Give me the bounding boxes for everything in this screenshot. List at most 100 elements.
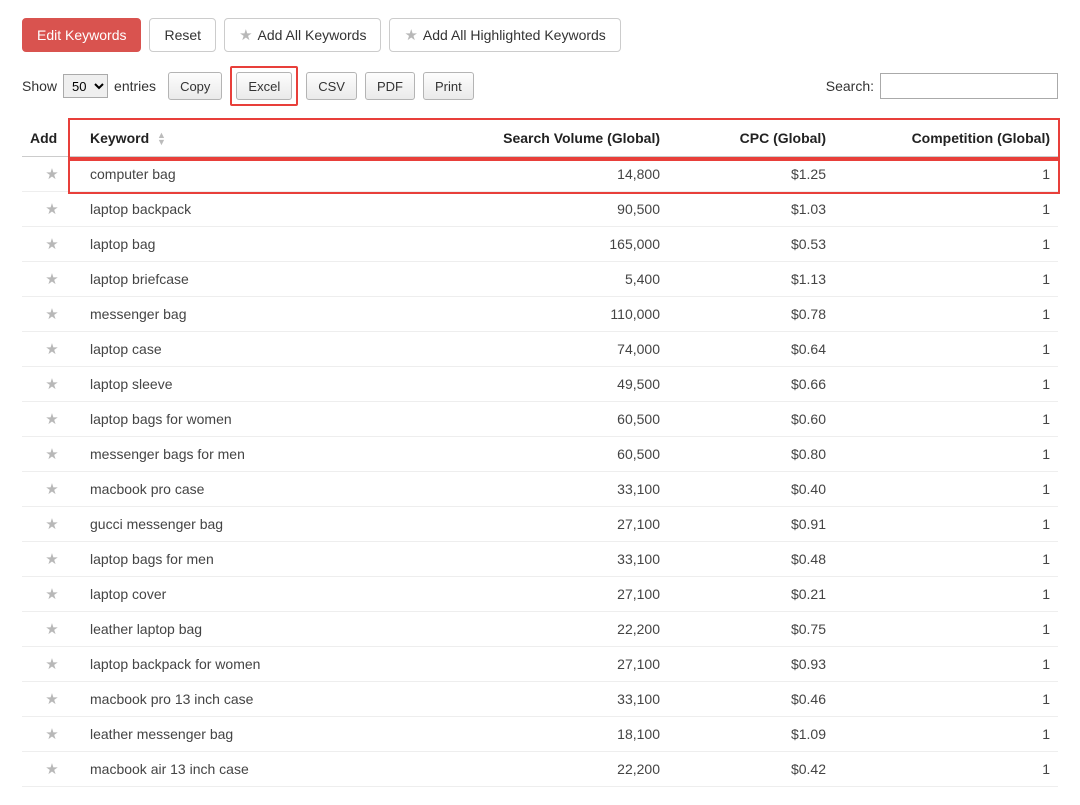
- add-star-button[interactable]: ★: [22, 612, 82, 647]
- cell-search-volume: 33,100: [468, 472, 668, 507]
- add-star-button[interactable]: ★: [22, 577, 82, 612]
- add-star-button[interactable]: ★: [22, 472, 82, 507]
- cell-keyword: laptop briefcase: [82, 262, 468, 297]
- col-header-keyword[interactable]: Keyword ▲▼: [82, 120, 468, 157]
- table-row: ★laptop backpack90,500$1.031: [22, 192, 1058, 227]
- cell-keyword: macbook air 13 inch case: [82, 752, 468, 787]
- cell-keyword: macbook pro case: [82, 472, 468, 507]
- cell-cpc: $1.25: [668, 157, 858, 192]
- cell-keyword: laptop backpack for women: [82, 647, 468, 682]
- add-star-button[interactable]: ★: [22, 752, 82, 787]
- table-wrap: Add Keyword ▲▼ Search Volume (Global) CP…: [22, 120, 1058, 787]
- edit-keywords-button[interactable]: Edit Keywords: [22, 18, 141, 52]
- cell-search-volume: 18,100: [468, 717, 668, 752]
- cell-competition: 1: [858, 542, 1058, 577]
- cell-search-volume: 74,000: [468, 332, 668, 367]
- col-header-add[interactable]: Add: [22, 120, 82, 157]
- col-header-search-volume[interactable]: Search Volume (Global): [468, 120, 668, 157]
- cell-cpc: $0.40: [668, 472, 858, 507]
- print-button[interactable]: Print: [423, 72, 474, 100]
- show-label: Show: [22, 78, 57, 94]
- add-all-keywords-button[interactable]: ★ Add All Keywords: [224, 18, 381, 52]
- table-row: ★laptop backpack for women27,100$0.931: [22, 647, 1058, 682]
- search-input[interactable]: [880, 73, 1058, 99]
- cell-competition: 1: [858, 437, 1058, 472]
- add-star-button[interactable]: ★: [22, 647, 82, 682]
- reset-button[interactable]: Reset: [149, 18, 216, 52]
- add-star-button[interactable]: ★: [22, 157, 82, 192]
- add-star-button[interactable]: ★: [22, 227, 82, 262]
- cell-cpc: $0.53: [668, 227, 858, 262]
- entries-select[interactable]: 50: [63, 74, 108, 98]
- cell-competition: 1: [858, 507, 1058, 542]
- cell-search-volume: 27,100: [468, 577, 668, 612]
- cell-competition: 1: [858, 717, 1058, 752]
- table-row: ★messenger bags for men60,500$0.801: [22, 437, 1058, 472]
- table-row: ★laptop bags for women60,500$0.601: [22, 402, 1058, 437]
- cell-competition: 1: [858, 612, 1058, 647]
- copy-button[interactable]: Copy: [168, 72, 222, 100]
- cell-competition: 1: [858, 647, 1058, 682]
- table-row: ★messenger bag110,000$0.781: [22, 297, 1058, 332]
- table-row: ★leather messenger bag18,100$1.091: [22, 717, 1058, 752]
- cell-keyword: laptop bag: [82, 227, 468, 262]
- cell-competition: 1: [858, 752, 1058, 787]
- cell-cpc: $1.09: [668, 717, 858, 752]
- cell-competition: 1: [858, 262, 1058, 297]
- col-header-competition[interactable]: Competition (Global): [858, 120, 1058, 157]
- cell-keyword: computer bag: [82, 157, 468, 192]
- cell-cpc: $0.48: [668, 542, 858, 577]
- table-row: ★laptop sleeve49,500$0.661: [22, 367, 1058, 402]
- add-star-button[interactable]: ★: [22, 297, 82, 332]
- add-star-button[interactable]: ★: [22, 682, 82, 717]
- top-button-row: Edit Keywords Reset ★ Add All Keywords ★…: [22, 18, 1058, 52]
- excel-highlight-box: Excel: [230, 66, 298, 106]
- add-star-button[interactable]: ★: [22, 332, 82, 367]
- cell-keyword: laptop bags for women: [82, 402, 468, 437]
- add-all-highlighted-button[interactable]: ★ Add All Highlighted Keywords: [389, 18, 620, 52]
- cell-competition: 1: [858, 682, 1058, 717]
- cell-keyword: laptop bags for men: [82, 542, 468, 577]
- cell-cpc: $1.13: [668, 262, 858, 297]
- table-row: ★gucci messenger bag27,100$0.911: [22, 507, 1058, 542]
- cell-cpc: $0.60: [668, 402, 858, 437]
- add-star-button[interactable]: ★: [22, 402, 82, 437]
- cell-keyword: messenger bag: [82, 297, 468, 332]
- table-controls-row: Show 50 entries Copy Excel CSV PDF Print…: [22, 66, 1058, 106]
- star-icon: ★: [239, 28, 252, 43]
- cell-keyword: messenger bags for men: [82, 437, 468, 472]
- add-all-keywords-label: Add All Keywords: [258, 27, 367, 43]
- cell-keyword: laptop backpack: [82, 192, 468, 227]
- entries-label: entries: [114, 78, 156, 94]
- cell-competition: 1: [858, 157, 1058, 192]
- table-row: ★computer bag14,800$1.251: [22, 157, 1058, 192]
- pdf-button[interactable]: PDF: [365, 72, 415, 100]
- excel-button[interactable]: Excel: [236, 72, 292, 100]
- cell-search-volume: 90,500: [468, 192, 668, 227]
- add-star-button[interactable]: ★: [22, 507, 82, 542]
- csv-button[interactable]: CSV: [306, 72, 357, 100]
- table-row: ★laptop case74,000$0.641: [22, 332, 1058, 367]
- add-star-button[interactable]: ★: [22, 437, 82, 472]
- cell-competition: 1: [858, 402, 1058, 437]
- cell-keyword: laptop sleeve: [82, 367, 468, 402]
- cell-search-volume: 60,500: [468, 437, 668, 472]
- cell-keyword: gucci messenger bag: [82, 507, 468, 542]
- add-star-button[interactable]: ★: [22, 367, 82, 402]
- cell-cpc: $0.91: [668, 507, 858, 542]
- cell-cpc: $0.21: [668, 577, 858, 612]
- cell-competition: 1: [858, 192, 1058, 227]
- cell-cpc: $1.03: [668, 192, 858, 227]
- add-star-button[interactable]: ★: [22, 542, 82, 577]
- add-star-button[interactable]: ★: [22, 192, 82, 227]
- add-star-button[interactable]: ★: [22, 717, 82, 752]
- add-all-highlighted-label: Add All Highlighted Keywords: [423, 27, 606, 43]
- table-row: ★laptop bag165,000$0.531: [22, 227, 1058, 262]
- cell-search-volume: 110,000: [468, 297, 668, 332]
- col-header-cpc[interactable]: CPC (Global): [668, 120, 858, 157]
- cell-cpc: $0.46: [668, 682, 858, 717]
- cell-competition: 1: [858, 227, 1058, 262]
- show-entries-control: Show 50 entries: [22, 74, 156, 98]
- cell-competition: 1: [858, 367, 1058, 402]
- add-star-button[interactable]: ★: [22, 262, 82, 297]
